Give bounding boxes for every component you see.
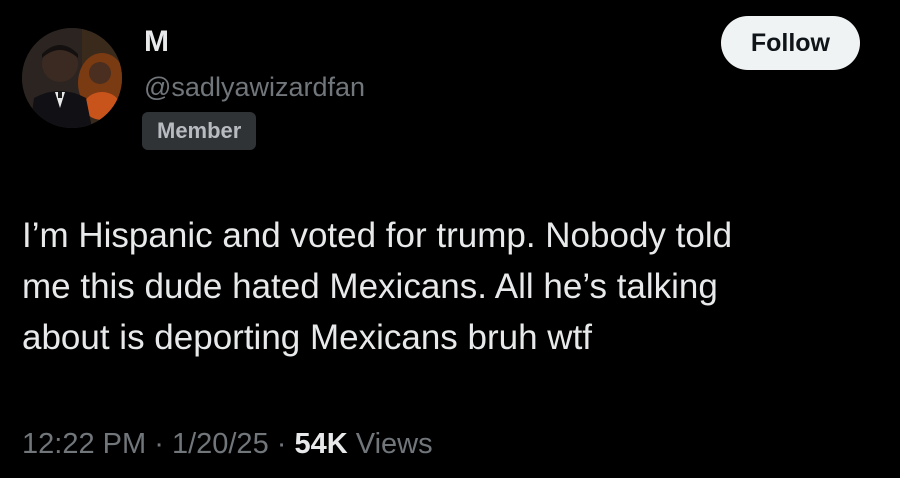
tweet-text-line: about is deporting Mexicans bruh wtf	[22, 318, 593, 357]
member-badge: Member	[142, 112, 257, 150]
tweet-meta: 12:22 PM · 1/20/25 · 54K Views	[22, 424, 433, 464]
user-handle[interactable]: @sadlyawizardfan	[144, 70, 365, 104]
tweet-text-line: me this dude hated Mexicans. All he’s ta…	[22, 267, 718, 306]
views-label: Views	[355, 428, 433, 460]
meta-separator: ·	[154, 428, 164, 460]
avatar[interactable]	[22, 28, 122, 128]
tweet-time[interactable]: 12:22 PM	[22, 428, 146, 460]
tweet-text-line: I’m Hispanic and voted for trump. Nobody…	[22, 216, 733, 255]
display-name[interactable]: M	[144, 24, 169, 60]
avatar-image	[22, 28, 122, 128]
views-count[interactable]: 54K	[295, 428, 348, 460]
tweet-date[interactable]: 1/20/25	[172, 428, 269, 460]
tweet-text: I’m Hispanic and voted for trump. Nobody…	[22, 210, 872, 363]
follow-button[interactable]: Follow	[720, 16, 860, 70]
meta-separator: ·	[276, 428, 287, 460]
